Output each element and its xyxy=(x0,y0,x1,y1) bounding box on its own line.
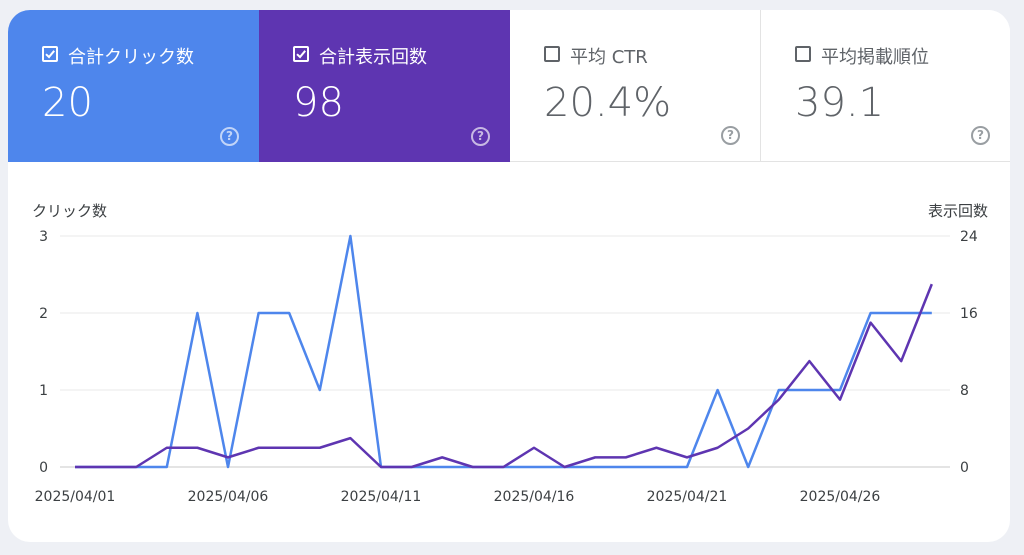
x-tick-label: 2025/04/06 xyxy=(188,489,269,505)
left-tick-label: 1 xyxy=(39,383,48,399)
right-tick-label: 24 xyxy=(960,229,978,245)
x-tick-label: 2025/04/21 xyxy=(647,489,728,505)
left-tick-label: 2 xyxy=(39,306,48,322)
left-tick-label: 0 xyxy=(39,460,48,476)
x-tick-label: 2025/04/26 xyxy=(800,489,881,505)
right-tick-label: 16 xyxy=(960,306,978,322)
line-chart: 0 1 2 3 0 8 16 24 2025/04/01 2025/04/06 2025/04/11… xyxy=(35,229,978,505)
impressions-series-line xyxy=(75,283,933,469)
right-tick-label: 8 xyxy=(960,383,969,399)
x-tick-label: 2025/04/11 xyxy=(341,489,422,505)
right-tick-label: 0 xyxy=(960,460,969,476)
clicks-series-line xyxy=(75,234,932,469)
x-tick-label: 2025/04/01 xyxy=(35,489,116,505)
left-tick-label: 3 xyxy=(39,229,48,245)
x-tick-label: 2025/04/16 xyxy=(494,489,575,505)
